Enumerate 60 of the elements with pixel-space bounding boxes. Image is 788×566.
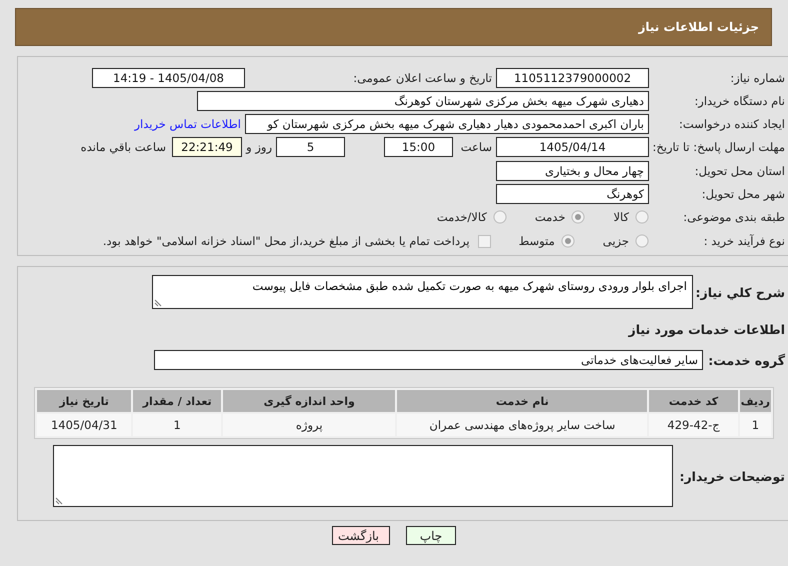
days-field[interactable]: 5 [276, 137, 345, 157]
deadline-date-field[interactable]: 1405/04/14 [496, 137, 649, 157]
description-textarea[interactable]: اجرای بلوار ورودی روستای شهرک میهه به صورت تکمیل شده طبق مشخصات فایل پیوست [152, 275, 693, 309]
radio-label: متوسط [518, 234, 555, 248]
radio-button[interactable] [560, 234, 575, 248]
field-label: توضیحات خریدار: [678, 468, 786, 484]
buyer-contact-link[interactable]: اطلاعات تماس خریدار [134, 116, 241, 130]
column-header: ردیف [740, 390, 771, 412]
buyer-org-field[interactable]: دهیاری شهرک میهه بخش مرکزی شهرستان کوهرنگ [197, 90, 649, 110]
need-number-field[interactable]: 1105112379000002 [496, 68, 649, 88]
field-label: ساعت باقي مانده [80, 140, 166, 154]
creator-field[interactable]: باران اکبری احمدمحمودی دهیار دهیاری شهرک میهه بخش مرکزی شهرستان کو [245, 114, 649, 134]
radio-button[interactable] [635, 234, 649, 248]
table-cell: 1 [133, 414, 222, 436]
radio-label: جزیی [602, 234, 629, 248]
resize-grip-icon[interactable] [154, 299, 162, 307]
column-header: واحد اندازه گیری [223, 390, 396, 412]
field-label: نوع فرآیند خرید : [702, 234, 786, 248]
radio-label: کالا/خدمت [436, 210, 487, 224]
radio-button[interactable] [492, 210, 507, 224]
table-cell: پروژه [223, 414, 396, 436]
field-label: مهلت ارسال پاسخ: تا تاریخ: [651, 140, 786, 154]
province-field[interactable]: چهار محال و بختیاری [496, 160, 649, 180]
deadline-time-field[interactable]: 15:00 [384, 137, 453, 157]
field-label: ساعت [460, 140, 493, 154]
field-label: شماره نیاز: [729, 70, 786, 84]
remaining-time-field[interactable]: 22:21:49 [172, 137, 242, 157]
back-button[interactable]: بازگشت [332, 526, 390, 545]
column-header: نام خدمت [397, 390, 648, 412]
checkbox[interactable] [478, 234, 491, 248]
table-cell: ساخت سایر پروژه‌های مهندسی عمران [397, 414, 648, 436]
description-text: اجرای بلوار ورودی روستای شهرک میهه به صورت تکمیل شده طبق مشخصات فایل پیوست [252, 279, 687, 293]
field-label: شهر محل تحویل: [700, 186, 786, 200]
field-label: روز و [244, 140, 273, 154]
print-button[interactable]: چاپ [406, 526, 456, 545]
field-label: طبقه بندی موضوعی: [682, 210, 786, 224]
field-label: ایجاد کننده درخواست: [678, 116, 786, 130]
field-label: استان محل تحویل: [694, 164, 786, 178]
field-label: شرح کلي نیاز: [694, 284, 786, 300]
table-cell: 1 [740, 414, 771, 436]
field-label: گروه خدمت: [707, 352, 786, 368]
section-heading: اطلاعات خدمات مورد نیاز [628, 322, 786, 336]
column-header: کد خدمت [649, 390, 738, 412]
table-cell: 1405/04/31 [37, 414, 132, 436]
field-label: نام دستگاه خریدار: [693, 94, 786, 108]
buyer-notes-textarea[interactable] [53, 445, 673, 507]
column-header: تاریخ نیاز [37, 390, 132, 412]
table-cell: ج-42-429 [649, 414, 738, 436]
radio-button[interactable] [571, 210, 586, 224]
radio-label: خدمت [534, 210, 566, 224]
column-header: تعداد / مقدار [133, 390, 222, 412]
page-title: جزئیات اطلاعات نیاز [638, 20, 759, 34]
radio-label: کالا [613, 210, 629, 224]
announce-date-field[interactable]: 1405/04/08 - 14:19 [92, 68, 245, 88]
treasury-payment-note: پرداخت تمام یا بخشی از مبلغ خرید،از محل "اسناد خزانه اسلامی" خواهد بود. [102, 234, 470, 248]
field-label: تاریخ و ساعت اعلان عمومی: [352, 70, 493, 84]
service-group-field[interactable]: سایر فعالیت‌های خدماتی [154, 350, 703, 370]
city-field[interactable]: کوهرنگ [496, 184, 649, 204]
resize-grip-icon[interactable] [55, 497, 63, 505]
radio-button[interactable] [635, 210, 649, 224]
